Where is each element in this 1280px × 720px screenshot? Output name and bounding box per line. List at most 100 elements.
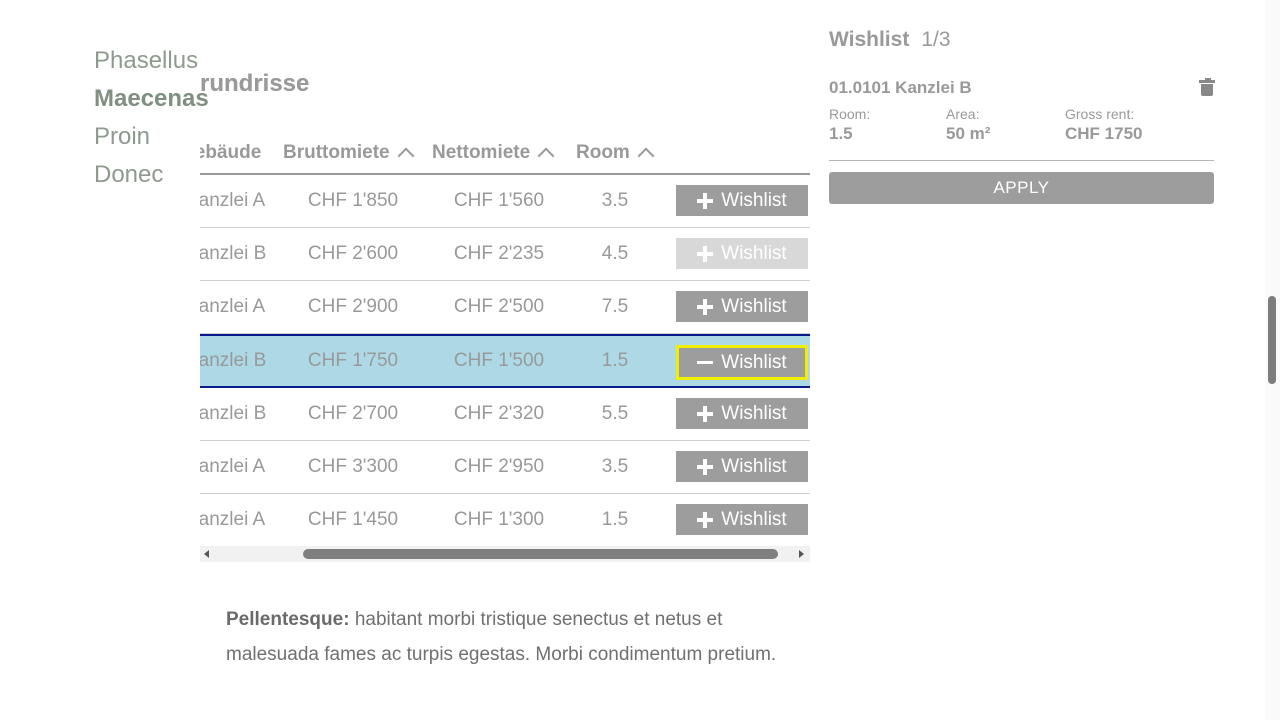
cell-gebaeude: Kanzlei B: [200, 403, 267, 424]
nav-item-phasellus[interactable]: Phasellus: [94, 42, 209, 80]
cell-room: 3.5: [601, 456, 629, 477]
header-room[interactable]: Room: [576, 142, 655, 165]
cell-bruttomiete: CHF 1'750: [307, 350, 399, 371]
page-vertical-scrollbar[interactable]: [1265, 0, 1280, 720]
nav-item-maecenas[interactable]: Maecenas: [94, 80, 209, 118]
side-nav: Phasellus Maecenas Proin Donec: [94, 42, 209, 194]
units-table-viewport: d Grundrisse Gebäude Bruttomiete Nettomi…: [200, 0, 810, 546]
trash-icon[interactable]: [1199, 78, 1215, 96]
wishlist-count: 1/3: [921, 28, 951, 51]
cell-gebaeude: Kanzlei A: [200, 296, 266, 317]
wishlist-item-room: Room: 1.5: [829, 106, 870, 144]
wishlist-title: Wishlist: [829, 28, 910, 51]
wishlist-item-title: 01.0101 Kanzlei B: [829, 78, 972, 97]
room-value: 1.5: [829, 124, 853, 143]
cell-bruttomiete: CHF 1'850: [307, 190, 399, 211]
rent-value: CHF 1750: [1065, 124, 1143, 143]
header-nettomiete[interactable]: Nettomiete: [432, 142, 555, 165]
page-scrollbar-thumb[interactable]: [1268, 296, 1276, 384]
plus-icon: [697, 511, 714, 528]
plus-icon: [697, 245, 714, 262]
cell-nettomiete: CHF 2'235: [453, 243, 545, 264]
header-gebaeude-label: Gebäude: [200, 142, 262, 163]
table-row[interactable]: Kanzlei A CHF 1'850 CHF 1'560 3.5 Wishli…: [200, 175, 810, 228]
apply-button[interactable]: APPLY: [829, 172, 1214, 204]
wishlist-button-label: Wishlist: [721, 351, 787, 373]
plus-icon: [697, 192, 714, 209]
wishlist-button-label: Wishlist: [721, 242, 787, 264]
header-nettomiete-label: Nettomiete: [432, 142, 531, 163]
add-to-wishlist-button[interactable]: Wishlist: [676, 291, 808, 322]
cell-nettomiete: CHF 1'560: [453, 190, 545, 211]
plus-icon: [697, 458, 714, 475]
cell-room: 4.5: [601, 243, 629, 264]
cell-room: 1.5: [601, 509, 629, 530]
wishlist-item-area: Area: 50 m²: [946, 106, 990, 144]
wishlist-button-label: Wishlist: [721, 189, 787, 211]
cell-bruttomiete: CHF 2'700: [307, 403, 399, 424]
header-room-label: Room: [576, 142, 630, 163]
table-row[interactable]: Kanzlei B CHF 2'600 CHF 2'235 4.5 Wishli…: [200, 228, 810, 281]
cell-bruttomiete: CHF 3'300: [307, 456, 399, 477]
cell-nettomiete: CHF 2'500: [453, 296, 545, 317]
table-row[interactable]: Kanzlei A CHF 1'450 CHF 1'300 1.5 Wishli…: [200, 494, 810, 546]
nav-item-proin[interactable]: Proin: [94, 118, 209, 156]
header-bruttomiete[interactable]: Bruttomiete: [283, 142, 415, 165]
add-to-wishlist-button[interactable]: Wishlist: [676, 185, 808, 216]
scrollbar-thumb[interactable]: [303, 549, 778, 559]
table-row-selected[interactable]: Kanzlei B CHF 1'750 CHF 1'500 1.5 Wishli…: [200, 334, 810, 388]
cell-nettomiete: CHF 2'320: [453, 403, 545, 424]
room-label: Room:: [829, 106, 871, 122]
area-label: Area:: [946, 106, 980, 122]
wishlist-button-label: Wishlist: [721, 402, 787, 424]
plus-icon: [697, 298, 714, 315]
area-value: 50 m²: [946, 124, 991, 143]
header-gebaeude[interactable]: Gebäude: [200, 142, 261, 164]
sort-chevron-up-icon: [537, 147, 555, 165]
paragraph-lead: Pellentesque:: [226, 609, 350, 630]
cell-bruttomiete: CHF 2'900: [307, 296, 399, 317]
wishlist-button-label: Wishlist: [721, 455, 787, 477]
nav-item-donec[interactable]: Donec: [94, 156, 209, 194]
wishlist-divider: [829, 160, 1214, 161]
table-row[interactable]: Kanzlei A CHF 2'900 CHF 2'500 7.5 Wishli…: [200, 281, 810, 334]
cell-gebaeude: Kanzlei A: [200, 456, 266, 477]
wishlist-item-rent: Gross rent: CHF 1750: [1065, 106, 1142, 144]
sort-chevron-up-icon: [397, 147, 415, 165]
scroll-left-arrow-icon[interactable]: [204, 550, 209, 558]
cell-nettomiete: CHF 1'300: [453, 509, 545, 530]
cell-bruttomiete: CHF 2'600: [307, 243, 399, 264]
sort-chevron-up-icon: [637, 147, 655, 165]
cell-gebaeude: Kanzlei A: [200, 190, 266, 211]
table-body: Kanzlei A CHF 1'850 CHF 1'560 3.5 Wishli…: [200, 175, 810, 546]
cell-room: 3.5: [601, 190, 629, 211]
cell-gebaeude: Kanzlei B: [200, 350, 267, 371]
add-to-wishlist-button[interactable]: Wishlist: [676, 398, 808, 429]
header-bruttomiete-label: Bruttomiete: [283, 142, 390, 163]
cell-gebaeude: Kanzlei B: [200, 243, 267, 264]
wishlist-header: Wishlist 1/3: [829, 28, 1214, 52]
wishlist-button-label: Wishlist: [721, 295, 787, 317]
cell-room: 7.5: [601, 296, 629, 317]
plus-icon: [697, 405, 714, 422]
add-to-wishlist-button[interactable]: Wishlist: [676, 504, 808, 535]
scroll-right-arrow-icon[interactable]: [799, 550, 804, 558]
wishlist-button-label: Wishlist: [721, 508, 787, 530]
add-to-wishlist-button[interactable]: Wishlist: [676, 451, 808, 482]
cell-nettomiete: CHF 1'500: [453, 350, 545, 371]
rent-label: Gross rent:: [1065, 106, 1135, 122]
section-heading: d Grundrisse: [200, 70, 310, 97]
cell-nettomiete: CHF 2'950: [453, 456, 545, 477]
add-to-wishlist-button-disabled[interactable]: Wishlist: [676, 238, 808, 269]
minus-icon: [697, 355, 714, 371]
cell-room: 5.5: [601, 403, 629, 424]
cell-bruttomiete: CHF 1'450: [307, 509, 399, 530]
description-paragraph: Pellentesque: habitant morbi tristique s…: [226, 602, 786, 672]
table-row[interactable]: Kanzlei B CHF 2'700 CHF 2'320 5.5 Wishli…: [200, 388, 810, 441]
table-horizontal-scrollbar[interactable]: [200, 546, 810, 562]
cell-room: 1.5: [601, 350, 629, 371]
cell-gebaeude: Kanzlei A: [200, 509, 266, 530]
table-row[interactable]: Kanzlei A CHF 3'300 CHF 2'950 3.5 Wishli…: [200, 441, 810, 494]
wishlist-panel: Wishlist 1/3 01.0101 Kanzlei B Room: 1.5 …: [829, 28, 1215, 204]
remove-from-wishlist-button[interactable]: Wishlist: [676, 345, 808, 380]
